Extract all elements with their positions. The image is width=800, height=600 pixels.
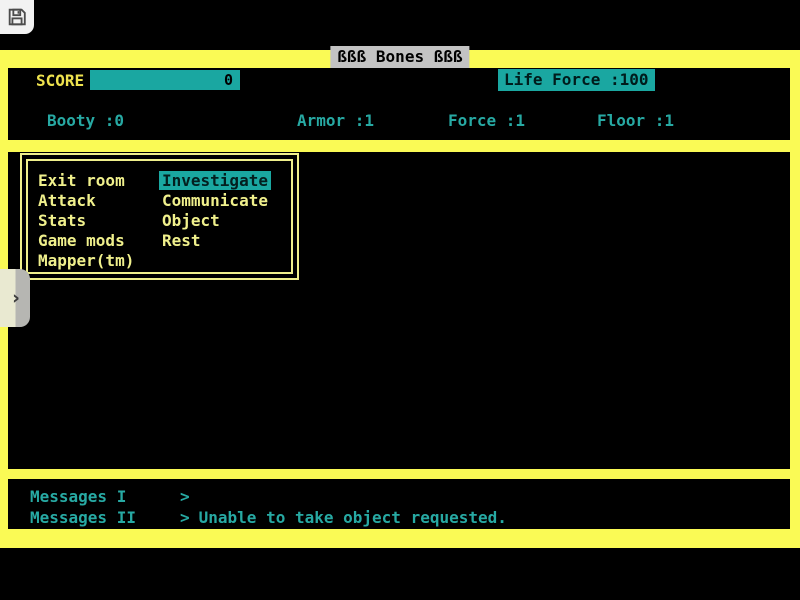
- status-header: SCORE : 0 Life Force :100 Booty :0 Armor…: [8, 68, 790, 140]
- score-bar: 0: [90, 70, 240, 90]
- save-button[interactable]: [0, 0, 34, 34]
- messages-panel: Messages I > Messages II > Unable to tak…: [8, 479, 790, 529]
- messages-ii-label: Messages II: [30, 510, 180, 526]
- menu-item-stats[interactable]: Stats: [38, 211, 162, 231]
- command-menu-inner: Exit room Attack Stats Game mods Mapper(…: [26, 159, 293, 274]
- game-frame: ßßß Bones ßßß SCORE : 0 Life Force :100 …: [0, 50, 800, 548]
- menu-item-exit-room[interactable]: Exit room: [38, 171, 162, 191]
- menu-item-investigate[interactable]: Investigate: [162, 171, 271, 191]
- menu-item-communicate[interactable]: Communicate: [162, 191, 271, 211]
- command-menu: Exit room Attack Stats Game mods Mapper(…: [20, 153, 299, 280]
- messages-row-2: Messages II > Unable to take object requ…: [30, 510, 507, 526]
- score-value: 0: [224, 71, 233, 89]
- stat-floor: Floor :1: [597, 111, 674, 130]
- messages-i-prompt: >: [180, 489, 190, 505]
- menu-item-game-mods[interactable]: Game mods: [38, 231, 162, 251]
- menu-item-mapper[interactable]: Mapper(tm): [38, 251, 162, 271]
- menu-column-right: Investigate Communicate Object Rest: [162, 171, 271, 272]
- messages-i-label: Messages I: [30, 489, 180, 505]
- messages-ii-text: Unable to take object requested.: [199, 510, 507, 526]
- edge-pull-tab-button[interactable]: ›: [0, 269, 30, 327]
- stat-force: Force :1: [448, 111, 525, 130]
- game-title: ßßß Bones ßßß: [330, 46, 469, 68]
- stat-booty: Booty :0: [47, 111, 124, 130]
- screen: ßßß Bones ßßß SCORE : 0 Life Force :100 …: [0, 0, 800, 600]
- chevron-right-icon: ›: [12, 287, 20, 309]
- menu-item-rest[interactable]: Rest: [162, 231, 271, 251]
- life-force-badge: Life Force :100: [498, 69, 655, 91]
- messages-row-1: Messages I >: [30, 489, 199, 505]
- selected-menu-highlight: Investigate: [159, 171, 271, 190]
- floppy-disk-icon: [6, 6, 28, 28]
- stat-armor: Armor :1: [297, 111, 374, 130]
- menu-item-object[interactable]: Object: [162, 211, 271, 231]
- menu-column-left: Exit room Attack Stats Game mods Mapper(…: [38, 171, 162, 272]
- menu-item-attack[interactable]: Attack: [38, 191, 162, 211]
- game-viewport: Exit room Attack Stats Game mods Mapper(…: [8, 152, 790, 469]
- messages-ii-prompt: >: [180, 510, 190, 526]
